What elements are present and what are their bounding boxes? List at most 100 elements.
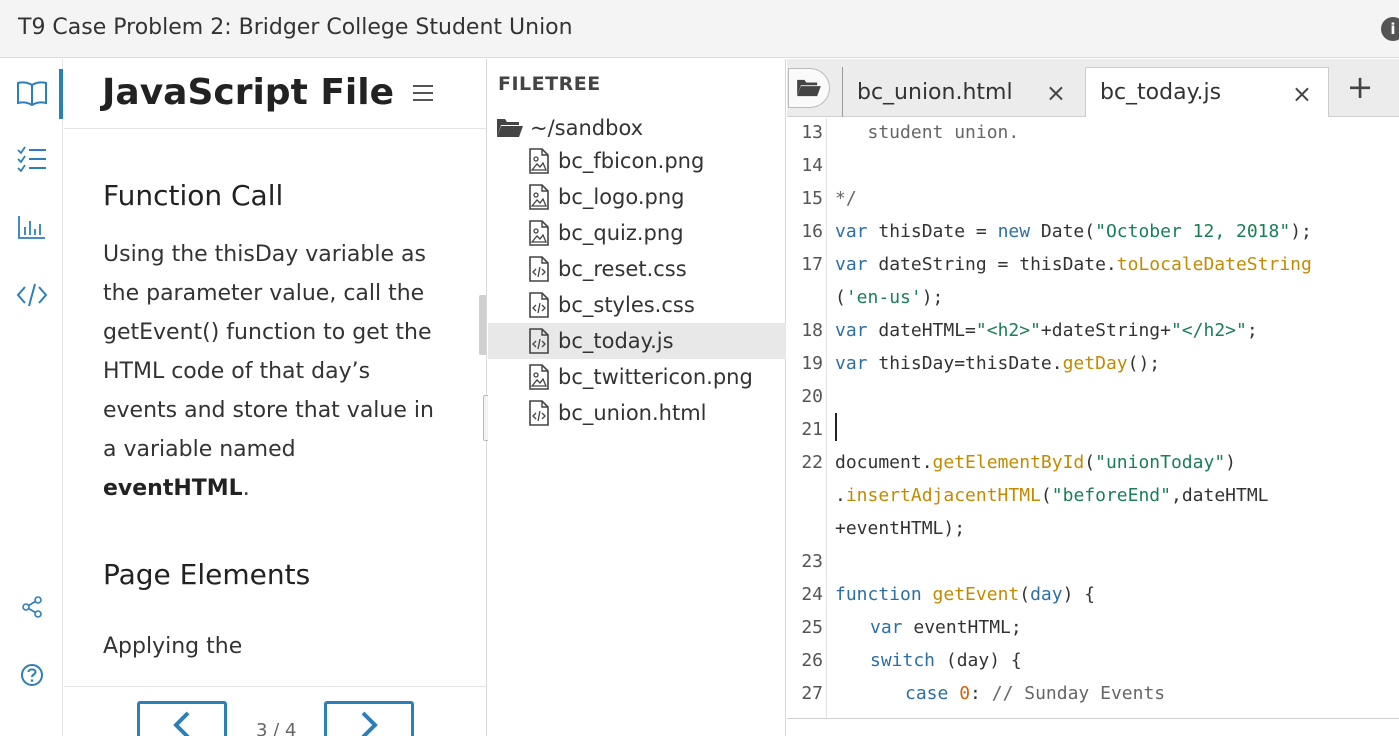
code-line: var dateString = thisDate.toLocaleDateSt… [835,254,1312,275]
file-item[interactable]: bc_logo.png [488,179,786,215]
code-file-icon [529,400,549,426]
line-number-gutter: 13 14 15 16 17 18 19 20 21 22 23 24 25 2… [787,118,827,718]
toggle-filetree-button[interactable] [788,68,830,108]
code-token: : [970,683,992,704]
file-name: bc_today.js [558,329,674,353]
code-line-wrap: ('en-us'); [835,287,943,308]
code-line-wrap: +eventHTML); [835,518,966,539]
code-token: var [870,617,903,638]
file-item[interactable]: bc_quiz.png [488,215,786,251]
code-line: function getEvent(day) { [835,584,1095,605]
code-area[interactable]: 13 14 15 16 17 18 19 20 21 22 23 24 25 2… [787,118,1399,718]
bar-chart-icon[interactable] [0,199,63,255]
book-icon[interactable] [0,65,63,121]
code-token: "October 12, 2018" [1095,221,1291,242]
code-file-icon [529,256,549,282]
code-token: ; [1246,320,1258,341]
file-name: bc_fbicon.png [558,149,705,173]
file-item[interactable]: bc_today.js [488,323,786,359]
filetree-heading: FILETREE [498,73,601,95]
instruction-paragraph: Using the thisDay variable as the parame… [103,235,448,508]
code-token: ( [1084,452,1096,473]
code-line: var eventHTML; [870,617,1022,638]
next-step-button[interactable] [324,701,414,736]
code-line: var thisDate = new Date("October 12, 201… [835,221,1312,242]
code-token: Date( [1030,221,1096,242]
code-line: switch (day) { [870,650,1022,671]
code-line: document.getElementById("unionToday") [835,452,1236,473]
line-number: 13 [801,122,823,143]
help-icon[interactable] [0,647,63,703]
code-token: getElementById [932,452,1085,473]
instructions-scrollbar[interactable] [479,295,486,355]
code-token: ( [1019,584,1031,605]
text-cursor [835,413,837,441]
code-token: ); [1290,221,1312,242]
folder-open-icon [497,119,523,137]
code-file-icon [529,292,549,318]
line-number: 26 [801,650,823,671]
code-token: ( [1040,485,1052,506]
filetree-root-folder[interactable]: ~/sandbox [496,113,643,143]
tab-bc-today-js[interactable]: bc_today.js × [1085,67,1329,117]
image-file-icon [529,184,549,210]
code-token: insertAdjacentHTML [845,485,1041,506]
image-file-icon [529,364,549,390]
section-heading-page-elements: Page Elements [103,557,311,591]
file-item[interactable]: bc_fbicon.png [488,143,786,179]
close-tab-icon[interactable]: × [1292,80,1312,108]
line-number: 15 [801,188,823,209]
info-icon[interactable]: i [1381,17,1399,41]
file-tree: FILETREE ~/sandbox bc_fbicon.png bc_logo.… [488,59,786,736]
code-token: new [997,221,1031,242]
code-file-icon [529,328,549,354]
code-token: 0 [959,683,971,704]
rail-active-indicator [59,69,63,119]
instructions-header: JavaScript File [64,59,486,129]
file-item[interactable]: bc_styles.css [488,287,786,323]
code-token: eventHTML; [902,617,1022,638]
new-tab-button[interactable]: + [1335,67,1385,111]
line-number: 21 [801,419,823,440]
checklist-icon[interactable] [0,131,63,187]
code-line: */ [835,188,857,209]
instructions-body: Function Call Using the thisDay variable… [103,179,448,666]
code-token: ) [1225,452,1236,473]
line-number: 25 [801,617,823,638]
code-token: var [835,254,868,275]
instructions-panel: JavaScript File Function Call Using the … [64,59,487,736]
file-item[interactable]: bc_reset.css [488,251,786,287]
filetree-root-label: ~/sandbox [530,116,644,140]
file-item[interactable]: bc_twittericon.png [488,359,786,395]
file-name: bc_reset.css [558,257,687,281]
close-tab-icon[interactable]: × [1046,79,1066,107]
file-name: bc_styles.css [558,293,695,317]
file-item[interactable]: bc_union.html [488,395,786,431]
code-token: dateString = thisDate. [867,254,1117,275]
instruction-period: . [242,475,250,501]
tab-bc-union-html[interactable]: bc_union.html × [842,67,1082,117]
code-icon[interactable] [0,267,63,323]
code-token: document. [835,452,933,473]
menu-icon[interactable] [413,85,433,103]
section-heading-function-call: Function Call [103,179,284,212]
tab-label: bc_union.html [857,79,1013,105]
code-token: // Sunday Events [991,683,1166,704]
code-line: case 0: // Sunday Events [905,683,1165,704]
line-number: 23 [801,551,823,572]
instructions-title: JavaScript File [102,72,395,113]
code-token: var [835,320,868,341]
code-token: dateHTML= [867,320,976,341]
share-icon[interactable] [0,579,63,635]
line-number: 18 [801,320,823,341]
image-file-icon [529,148,549,174]
file-name: bc_quiz.png [558,221,684,245]
line-number: 16 [801,221,823,242]
editor-status-strip [787,718,1399,736]
line-number: 14 [801,155,823,176]
line-number: 17 [801,254,823,275]
code-token: getEvent [932,584,1020,605]
code-line: var thisDay=thisDate.getDay(); [835,353,1160,374]
previous-step-button[interactable] [137,701,227,736]
code-token: thisDay=thisDate. [867,353,1063,374]
